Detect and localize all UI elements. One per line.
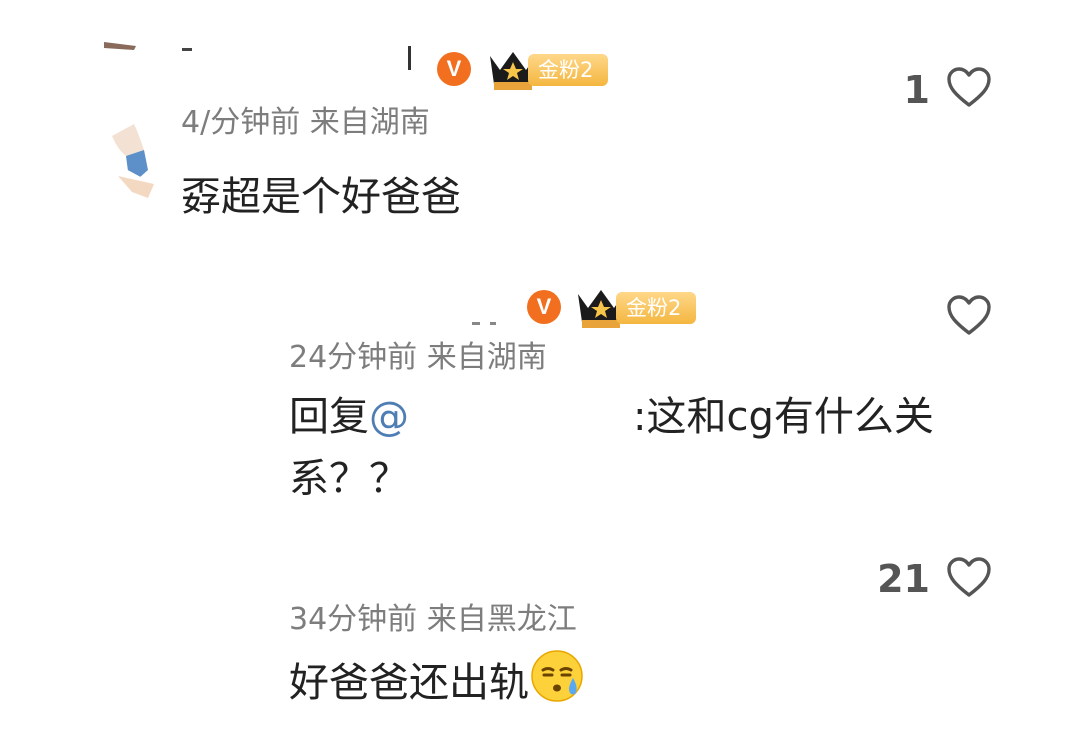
comment-meta: 24分钟前 来自湖南 [289,340,547,375]
comment-meta: 4/分钟前 来自湖南 [181,105,430,140]
username-redacted[interactable] [182,46,422,76]
like-heart-icon[interactable] [946,294,992,336]
comment-text: 孬超是个好爸爸 [181,174,461,220]
comment-meta: 34分钟前 来自黑龙江 [289,602,577,637]
verified-badge-icon: V [527,290,561,324]
mention-username-redacted [409,420,633,430]
avatar[interactable] [104,40,160,210]
comment-text: 好爸爸还出轨 [289,648,585,714]
reply-content: :这和cg有什么关 [633,394,934,440]
sweat-face-emoji-icon [531,650,583,702]
mention-link[interactable]: @ [369,394,409,440]
like-heart-icon[interactable] [946,66,992,108]
verified-badge-icon: V [437,52,471,86]
like-count: 1 [903,68,930,112]
username-redacted[interactable] [420,318,510,330]
fan-badge-label: 金粉2 [616,292,696,324]
reply-text-line1: 回复@ :这和cg有什么关 [289,386,934,448]
fan-badge-label: 金粉2 [528,54,608,86]
comment-text-content: 好爸爸还出轨 [289,660,529,706]
reply-text-line2: 系？？ [289,456,409,502]
reply-prefix: 回复 [289,394,369,440]
fan-level-badge[interactable]: 金粉2 [574,286,698,330]
like-heart-icon[interactable] [946,556,992,598]
fan-level-badge[interactable]: 金粉2 [486,48,610,92]
like-count: 21 [877,557,930,601]
